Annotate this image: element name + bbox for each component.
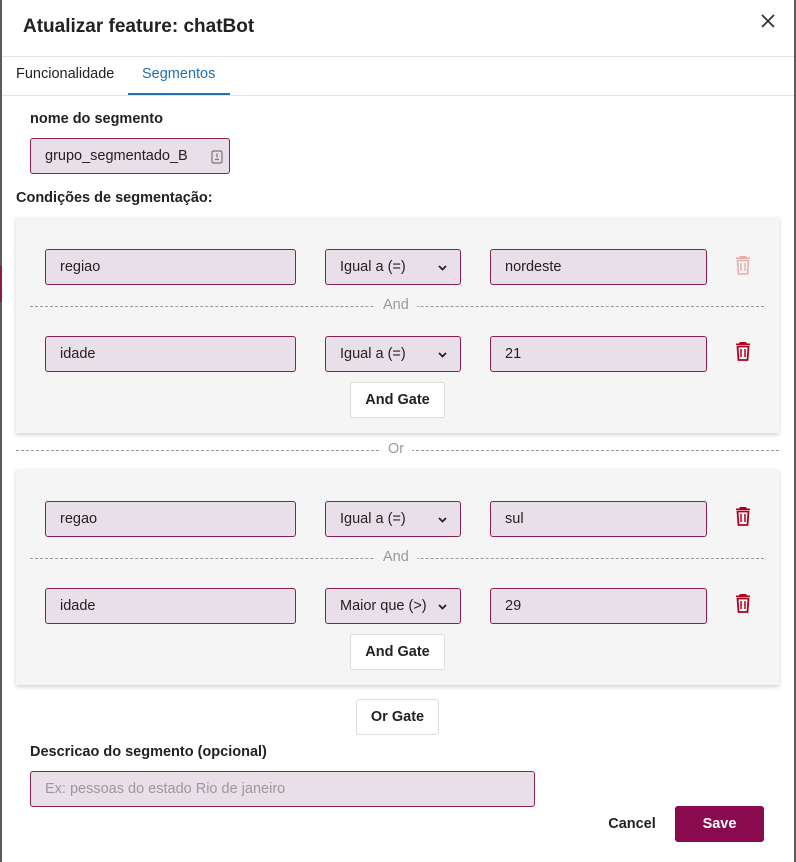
cancel-button[interactable]: Cancel [600, 806, 664, 842]
segment-name-label: nome do segmento [30, 111, 163, 127]
condition-field-input[interactable]: idade [45, 336, 296, 372]
and-gate-button[interactable]: And Gate [350, 634, 445, 670]
operator-value: Igual a (=) [340, 511, 406, 527]
condition-operator-select[interactable]: Igual a (=) [325, 336, 461, 372]
active-tab-indicator [128, 93, 230, 95]
save-button[interactable]: Save [675, 806, 764, 842]
condition-field-input[interactable]: idade [45, 588, 296, 624]
condition-value-input[interactable]: nordeste [490, 249, 707, 285]
tab-bar: Funcionalidade Segmentos [2, 57, 794, 96]
autofill-icon [211, 150, 223, 164]
condition-group: regiao Igual a (=) nordeste And idade Ig… [16, 217, 779, 433]
condition-group: regao Igual a (=) sul And idade Maior qu… [16, 469, 779, 685]
condition-value-input[interactable]: 29 [490, 588, 707, 624]
description-label: Descricao do segmento (opcional) [30, 744, 267, 760]
close-icon[interactable] [759, 12, 777, 30]
and-connector-label: And [375, 297, 417, 313]
description-input[interactable]: Ex: pessoas do estado Rio de janeiro [30, 771, 535, 807]
operator-value: Maior que (>) [340, 598, 427, 614]
or-connector-label: Or [380, 441, 413, 457]
trash-icon[interactable] [735, 255, 751, 275]
chevron-down-icon [438, 352, 447, 358]
chevron-down-icon [438, 604, 447, 610]
trash-icon[interactable] [735, 506, 751, 526]
segment-name-value: grupo_segmentado_B [45, 148, 188, 164]
and-connector-label: And [375, 549, 417, 565]
chevron-down-icon [438, 517, 447, 523]
conditions-label: Condições de segmentação: [16, 190, 213, 206]
segment-name-input[interactable]: grupo_segmentado_B [30, 138, 230, 174]
operator-value: Igual a (=) [340, 259, 406, 275]
and-gate-button[interactable]: And Gate [350, 382, 445, 418]
condition-field-input[interactable]: regiao [45, 249, 296, 285]
trash-icon[interactable] [735, 341, 751, 361]
condition-operator-select[interactable]: Maior que (>) [325, 588, 461, 624]
condition-operator-select[interactable]: Igual a (=) [325, 249, 461, 285]
chevron-down-icon [438, 265, 447, 271]
or-gate-button[interactable]: Or Gate [356, 699, 439, 735]
trash-icon[interactable] [735, 593, 751, 613]
condition-operator-select[interactable]: Igual a (=) [325, 501, 461, 537]
condition-value-input[interactable]: sul [490, 501, 707, 537]
tab-segmentos[interactable]: Segmentos [142, 66, 215, 82]
dialog-title: Atualizar feature: chatBot [23, 16, 255, 37]
condition-value-input[interactable]: 21 [490, 336, 707, 372]
condition-field-input[interactable]: regao [45, 501, 296, 537]
operator-value: Igual a (=) [340, 346, 406, 362]
tab-funcionalidade[interactable]: Funcionalidade [16, 66, 114, 82]
update-feature-dialog: Atualizar feature: chatBot Funcionalidad… [2, 0, 794, 862]
